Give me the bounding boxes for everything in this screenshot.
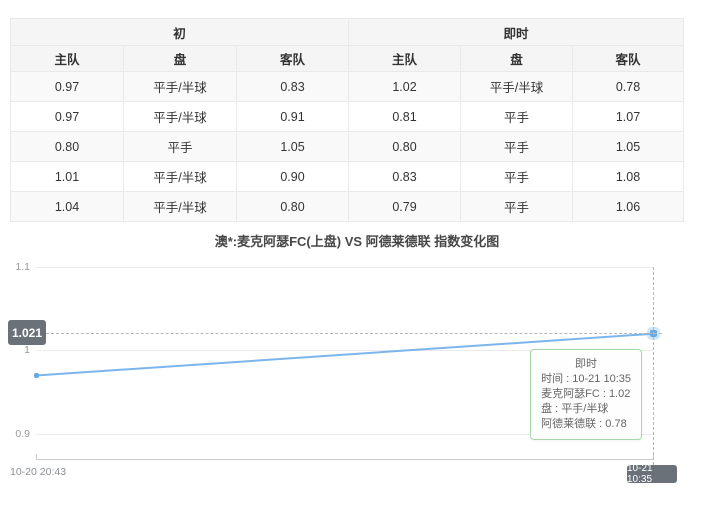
odds-cell: 1.04 — [11, 192, 124, 222]
tooltip-time: 时间 : 10-21 10:35 — [541, 372, 631, 387]
chart-tooltip: 即时 时间 : 10-21 10:35 麦克阿瑟FC : 1.02 盘 : 平手… — [530, 349, 642, 440]
odds-cell: 平手 — [461, 102, 573, 132]
odds-cell: 平手 — [461, 192, 573, 222]
y-axis-label: 0.9 — [2, 428, 30, 440]
crosshair-vertical — [653, 267, 654, 465]
page: 初 即时 主队 盘 客队 主队 盘 客队 0.97 平手/半球 0.83 1.0… — [0, 0, 714, 512]
odds-chart[interactable]: 1.021 10-20 20:43 10-21 10:35 即时 时间 : 10… — [0, 255, 714, 500]
odds-cell: 0.83 — [237, 72, 349, 102]
table-column-header-row: 主队 盘 客队 主队 盘 客队 — [11, 46, 684, 72]
odds-cell: 1.07 — [573, 102, 684, 132]
tooltip-home-odds: 麦克阿瑟FC : 1.02 — [541, 387, 631, 402]
col-header-away-live: 客队 — [573, 46, 684, 72]
x-axis-start-label: 10-20 20:43 — [10, 466, 66, 478]
odds-cell: 平手 — [124, 132, 237, 162]
data-point[interactable] — [34, 373, 39, 378]
table-row: 1.04 平手/半球 0.80 0.79 平手 1.06 — [11, 192, 684, 222]
table-row: 0.97 平手/半球 0.83 1.02 平手/半球 0.78 — [11, 72, 684, 102]
col-header-handicap-live: 盘 — [461, 46, 573, 72]
odds-cell: 1.08 — [573, 162, 684, 192]
y-axis-label: 1 — [2, 344, 30, 356]
crosshair-value-badge: 1.021 — [8, 320, 46, 345]
odds-cell: 1.05 — [237, 132, 349, 162]
odds-cell: 0.83 — [349, 162, 461, 192]
col-header-away-initial: 客队 — [237, 46, 349, 72]
table-row: 1.01 平手/半球 0.90 0.83 平手 1.08 — [11, 162, 684, 192]
odds-cell: 0.80 — [237, 192, 349, 222]
col-header-home-live: 主队 — [349, 46, 461, 72]
odds-cell: 0.80 — [11, 132, 124, 162]
odds-cell: 0.91 — [237, 102, 349, 132]
odds-table: 初 即时 主队 盘 客队 主队 盘 客队 0.97 平手/半球 0.83 1.0… — [10, 18, 684, 222]
tooltip-handicap: 盘 : 平手/半球 — [541, 402, 631, 417]
odds-cell: 平手/半球 — [461, 72, 573, 102]
col-header-handicap-initial: 盘 — [124, 46, 237, 72]
col-header-home-initial: 主队 — [11, 46, 124, 72]
tooltip-away-odds: 阿德莱德联 : 0.78 — [541, 417, 631, 432]
odds-cell: 1.01 — [11, 162, 124, 192]
odds-cell: 1.05 — [573, 132, 684, 162]
crosshair-horizontal — [46, 333, 662, 334]
table-group-header-row: 初 即时 — [11, 19, 684, 46]
odds-cell: 0.78 — [573, 72, 684, 102]
x-axis-tick-start — [36, 454, 37, 459]
table-row: 0.80 平手 1.05 0.80 平手 1.05 — [11, 132, 684, 162]
table-row: 0.97 平手/半球 0.91 0.81 平手 1.07 — [11, 102, 684, 132]
chart-title: 澳*:麦克阿瑟FC(上盘) VS 阿德莱德联 指数变化图 — [0, 231, 714, 250]
odds-cell: 0.90 — [237, 162, 349, 192]
odds-cell: 0.97 — [11, 72, 124, 102]
odds-cell: 0.97 — [11, 102, 124, 132]
y-axis-label: 1.1 — [2, 261, 30, 273]
tooltip-title: 即时 — [541, 357, 631, 372]
odds-cell: 平手 — [461, 162, 573, 192]
odds-cell: 1.06 — [573, 192, 684, 222]
odds-cell: 0.81 — [349, 102, 461, 132]
crosshair-time-badge: 10-21 10:35 — [627, 465, 677, 483]
odds-cell: 平手/半球 — [124, 102, 237, 132]
group-header-initial: 初 — [11, 19, 349, 46]
odds-cell: 平手/半球 — [124, 72, 237, 102]
odds-cell: 平手/半球 — [124, 162, 237, 192]
group-header-live: 即时 — [349, 19, 684, 46]
odds-cell: 平手 — [461, 132, 573, 162]
x-axis-line — [36, 459, 653, 460]
odds-cell: 平手/半球 — [124, 192, 237, 222]
odds-cell: 0.80 — [349, 132, 461, 162]
odds-cell: 1.02 — [349, 72, 461, 102]
odds-cell: 0.79 — [349, 192, 461, 222]
